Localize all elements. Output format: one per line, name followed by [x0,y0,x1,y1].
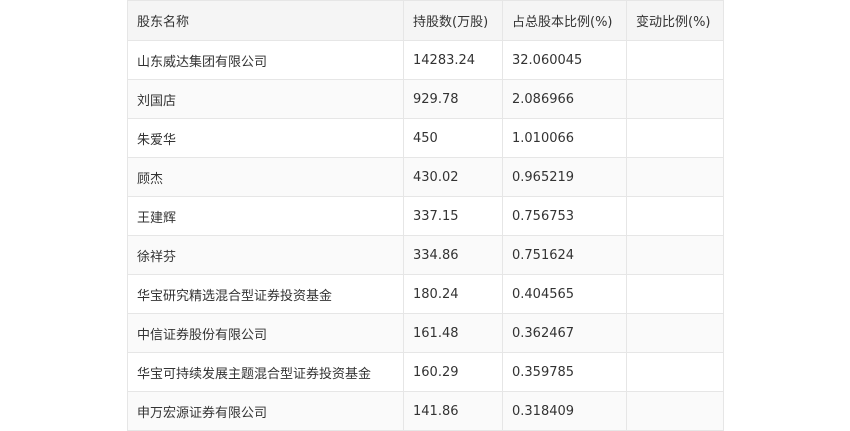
table-row: 刘国店 929.78 2.086966 [127,79,724,119]
table-row: 申万宏源证券有限公司 141.86 0.318409 [127,391,724,431]
cell-shares: 334.86 [403,235,503,275]
header-shares: 持股数(万股) [403,0,503,41]
cell-shares: 180.24 [403,274,503,314]
table-row: 华宝研究精选混合型证券投资基金 180.24 0.404565 [127,274,724,314]
cell-ratio: 0.404565 [502,274,627,314]
cell-shareholder-name: 华宝可持续发展主题混合型证券投资基金 [127,352,404,392]
table-row: 顾杰 430.02 0.965219 [127,157,724,197]
cell-change [626,118,724,158]
cell-ratio: 32.060045 [502,40,627,80]
shareholder-table: 股东名称 持股数(万股) 占总股本比例(%) 变动比例(%) 山东威达集团有限公… [127,0,724,431]
cell-shareholder-name: 中信证券股份有限公司 [127,313,404,353]
table-row: 朱爱华 450 1.010066 [127,118,724,158]
cell-change [626,274,724,314]
cell-shareholder-name: 朱爱华 [127,118,404,158]
cell-ratio: 0.359785 [502,352,627,392]
cell-shares: 450 [403,118,503,158]
cell-shareholder-name: 申万宏源证券有限公司 [127,391,404,431]
cell-change [626,352,724,392]
cell-change [626,235,724,275]
cell-ratio: 0.318409 [502,391,627,431]
cell-ratio: 0.965219 [502,157,627,197]
header-change: 变动比例(%) [626,0,724,41]
header-shareholder-name: 股东名称 [127,0,404,41]
cell-change [626,196,724,236]
cell-shareholder-name: 刘国店 [127,79,404,119]
cell-shares: 160.29 [403,352,503,392]
cell-ratio: 0.756753 [502,196,627,236]
cell-change [626,40,724,80]
cell-ratio: 0.751624 [502,235,627,275]
table-row: 中信证券股份有限公司 161.48 0.362467 [127,313,724,353]
cell-shareholder-name: 徐祥芬 [127,235,404,275]
table-body: 山东威达集团有限公司 14283.24 32.060045 刘国店 929.78… [127,40,724,431]
table-header: 股东名称 持股数(万股) 占总股本比例(%) 变动比例(%) [127,0,724,41]
cell-shareholder-name: 顾杰 [127,157,404,197]
cell-shareholder-name: 华宝研究精选混合型证券投资基金 [127,274,404,314]
table-row: 华宝可持续发展主题混合型证券投资基金 160.29 0.359785 [127,352,724,392]
cell-ratio: 2.086966 [502,79,627,119]
cell-shares: 337.15 [403,196,503,236]
header-row: 股东名称 持股数(万股) 占总股本比例(%) 变动比例(%) [127,0,724,41]
cell-shares: 929.78 [403,79,503,119]
cell-shares: 141.86 [403,391,503,431]
cell-ratio: 1.010066 [502,118,627,158]
cell-change [626,391,724,431]
cell-shareholder-name: 山东威达集团有限公司 [127,40,404,80]
table-row: 徐祥芬 334.86 0.751624 [127,235,724,275]
cell-shares: 430.02 [403,157,503,197]
cell-change [626,157,724,197]
cell-shareholder-name: 王建辉 [127,196,404,236]
shareholder-table-container: 股东名称 持股数(万股) 占总股本比例(%) 变动比例(%) 山东威达集团有限公… [127,0,724,431]
cell-shares: 14283.24 [403,40,503,80]
cell-shares: 161.48 [403,313,503,353]
cell-change [626,79,724,119]
cell-change [626,313,724,353]
table-row: 王建辉 337.15 0.756753 [127,196,724,236]
cell-ratio: 0.362467 [502,313,627,353]
header-ratio: 占总股本比例(%) [502,0,627,41]
table-row: 山东威达集团有限公司 14283.24 32.060045 [127,40,724,80]
